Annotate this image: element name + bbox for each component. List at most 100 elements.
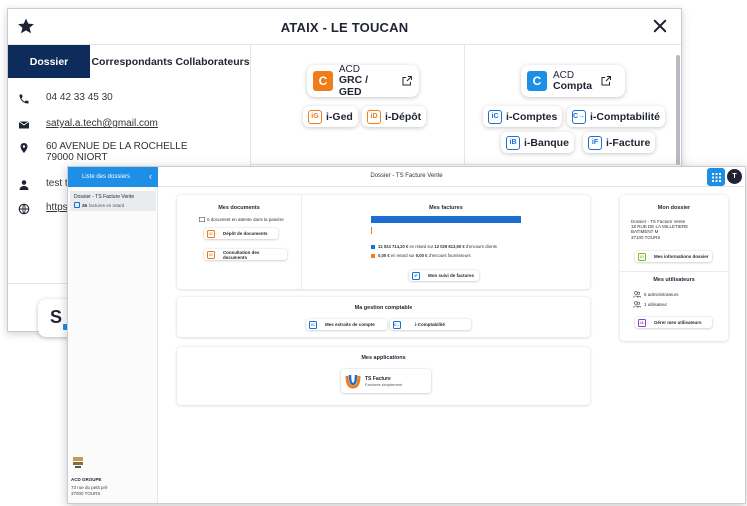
close-icon[interactable] xyxy=(651,17,669,35)
mon-dossier-title: Mon dossier xyxy=(657,205,691,211)
depot-documents-button[interactable]: iD Dépôt de documents xyxy=(204,228,278,239)
i-comptabilite-label: i-Comptabilité xyxy=(590,110,660,123)
gerer-utilisateurs-label: Gérer mes utilisateurs xyxy=(654,320,702,325)
users-icon xyxy=(633,301,641,308)
legend-clients-total: 12 029 613,50 € xyxy=(434,244,465,249)
address-line-2: 79000 NIORT xyxy=(46,152,108,163)
back-scroll-thumb[interactable] xyxy=(676,55,680,165)
i-facture-button[interactable]: iF i-Facture xyxy=(583,132,656,153)
phone-icon xyxy=(19,94,29,104)
gerer-utilisateurs-button[interactable]: iA Gérer mes utilisateurs xyxy=(635,317,712,328)
admins-row: 5 administrateurs xyxy=(633,291,679,298)
i-depot-button[interactable]: iD i-Dépôt xyxy=(362,106,427,127)
depot-badge: iD xyxy=(207,229,215,238)
inbox-icon xyxy=(199,217,205,222)
infos-dossier-label: Mes informations dossier xyxy=(654,254,709,259)
acd-groupe-logo xyxy=(73,457,83,468)
legend-suppliers-mid: en retard sur xyxy=(390,253,415,258)
ts-facture-app-button[interactable]: TS Facture Factures simplement xyxy=(341,369,431,393)
legend-suppliers-tail: d'encours fournisseurs xyxy=(428,253,471,258)
consultation-documents-button[interactable]: iG Consultation des documents xyxy=(204,249,287,260)
front-topbar: Liste des dossiers ‹ Dossier - TS Factur… xyxy=(68,167,745,187)
front-title: Dossier - TS Facture Vente xyxy=(370,173,443,179)
legend-clients-amount: 12 024 714,20 € xyxy=(378,244,409,249)
extraits-badge: iC xyxy=(309,320,317,329)
address-line-1: 60 AVENUE DE LA ROCHELLE xyxy=(46,141,188,152)
legend-clients-tail: d'encours clients xyxy=(465,244,497,249)
late-invoice-count: 26 xyxy=(82,202,88,208)
apps-grid-button[interactable] xyxy=(707,168,725,186)
contact-name-row: test tc xyxy=(18,178,73,191)
website-row: https: xyxy=(18,202,70,215)
mes-utilisateurs-title: Mes utilisateurs xyxy=(653,277,695,283)
mes-documents-title: Mes documents xyxy=(218,205,260,211)
sidebar-item-dossier[interactable]: Dossier - TS Facture Vente 26 factures e… xyxy=(70,191,156,211)
gestion-comptable-card: Ma gestion comptable iC Mes extraits de … xyxy=(177,297,590,337)
i-comptes-label: i-Comptes xyxy=(506,110,558,123)
suivi-factures-button[interactable]: iF Mon suivi de factures xyxy=(409,270,479,281)
location-pin-icon xyxy=(20,143,28,153)
acd-grc-ged-card[interactable]: C ACD GRC / GED xyxy=(307,64,419,97)
external-link-icon xyxy=(601,76,612,86)
acd-compta-card[interactable]: C ACD Compta xyxy=(521,65,625,97)
extraits-compte-label: Mes extraits de compte xyxy=(325,322,375,327)
dossier-address: Dossier - TS Facture Vente 18 RUE DE LA … xyxy=(631,219,688,240)
i-ged-button[interactable]: iG i-Ged xyxy=(303,106,358,127)
front-sidebar: Dossier - TS Facture Vente 26 factures e… xyxy=(68,187,158,503)
consultation-badge: iG xyxy=(207,250,215,259)
i-facture-badge: iF xyxy=(588,135,602,150)
globe-icon xyxy=(18,203,30,215)
consultation-documents-label: Consultation des documents xyxy=(222,249,260,260)
org-address: 73 rue du petit pré 37000 TOURS xyxy=(71,485,108,496)
depot-documents-label: Dépôt de documents xyxy=(223,231,268,236)
applications-card: Mes applications TS Facture Factures sim… xyxy=(177,347,590,405)
org-address-line-2: 37000 TOURS xyxy=(71,490,101,496)
legend-clients: 12 024 714,20 € en retard sur 12 029 613… xyxy=(371,244,497,249)
avatar[interactable]: T xyxy=(727,169,742,184)
back-window-title: ATAIX - LE TOUCAN xyxy=(280,20,409,35)
back-apps-grc: C ACD GRC / GED iG i-Ged iD i-Dépôt xyxy=(251,45,464,165)
legend-suppliers-amount: 0,00 € xyxy=(378,253,390,258)
legend-clients-mid: en retard sur xyxy=(409,244,434,249)
legend-suppliers-swatch xyxy=(371,253,375,258)
extraits-compte-button[interactable]: iC Mes extraits de compte xyxy=(306,319,387,330)
i-comptes-button[interactable]: iC i-Comptes xyxy=(483,106,563,127)
sidebar-item-sub: 26 factures en retard xyxy=(74,202,152,208)
tab-bar: Dossier Correspondants Collaborateurs xyxy=(8,45,251,78)
person-icon xyxy=(19,180,29,190)
org-address-line-1: 73 rue du petit pré xyxy=(71,485,108,490)
app-logo-letter: S xyxy=(50,307,63,327)
legend-suppliers: 0,00 € en retard sur 0,00 € d'encours fo… xyxy=(371,253,471,258)
mail-icon xyxy=(18,121,30,129)
comptabilite-badge: C→ xyxy=(393,320,401,329)
tab-correspondants[interactable]: Correspondants xyxy=(90,45,174,78)
card-divider xyxy=(620,271,728,272)
acd-grc-logo: C xyxy=(313,71,333,91)
email-link[interactable]: satyal.a.tech@gmail.com xyxy=(46,118,158,129)
late-invoice-label: factures en retard xyxy=(89,202,125,208)
clients-late-bar xyxy=(371,216,521,223)
i-banque-badge: iB xyxy=(506,135,520,150)
mes-factures-title: Mes factures xyxy=(429,205,463,211)
mon-dossier-card: Mon dossier Dossier - TS Facture Vente 1… xyxy=(620,195,728,341)
external-link-icon xyxy=(402,76,413,86)
tab-collaborateurs[interactable]: Collaborateurs xyxy=(174,45,251,78)
i-comptabilite-button[interactable]: C→ i-Comptabilité xyxy=(567,106,665,127)
pending-documents: 0 document en attente dans la panière xyxy=(199,217,284,222)
i-ged-badge: iG xyxy=(308,109,322,124)
tab-dossier[interactable]: Dossier xyxy=(8,45,90,78)
phone-row: 04 42 33 45 30 xyxy=(18,92,113,105)
acd-compta-name: Compta xyxy=(553,79,593,92)
i-banque-button[interactable]: iB i-Banque xyxy=(501,132,574,153)
infos-dossier-button[interactable]: iD Mes informations dossier xyxy=(635,251,712,262)
back-scrollbar[interactable] xyxy=(674,45,682,185)
infos-badge: iD xyxy=(638,252,646,261)
ts-facture-tagline: Factures simplement xyxy=(365,381,403,387)
pending-documents-text: 0 document en attente dans la panière xyxy=(207,217,284,222)
i-comptabilite-front-button[interactable]: C→ i-Comptabilité xyxy=(390,319,471,330)
back-window-header: ATAIX - LE TOUCAN xyxy=(8,9,681,45)
legend-clients-swatch xyxy=(371,244,375,249)
invoice-icon xyxy=(74,202,80,208)
suivi-factures-label: Mon suivi de factures xyxy=(428,273,475,278)
address-row: 60 AVENUE DE LA ROCHELLE 79000 NIORT xyxy=(18,141,188,163)
